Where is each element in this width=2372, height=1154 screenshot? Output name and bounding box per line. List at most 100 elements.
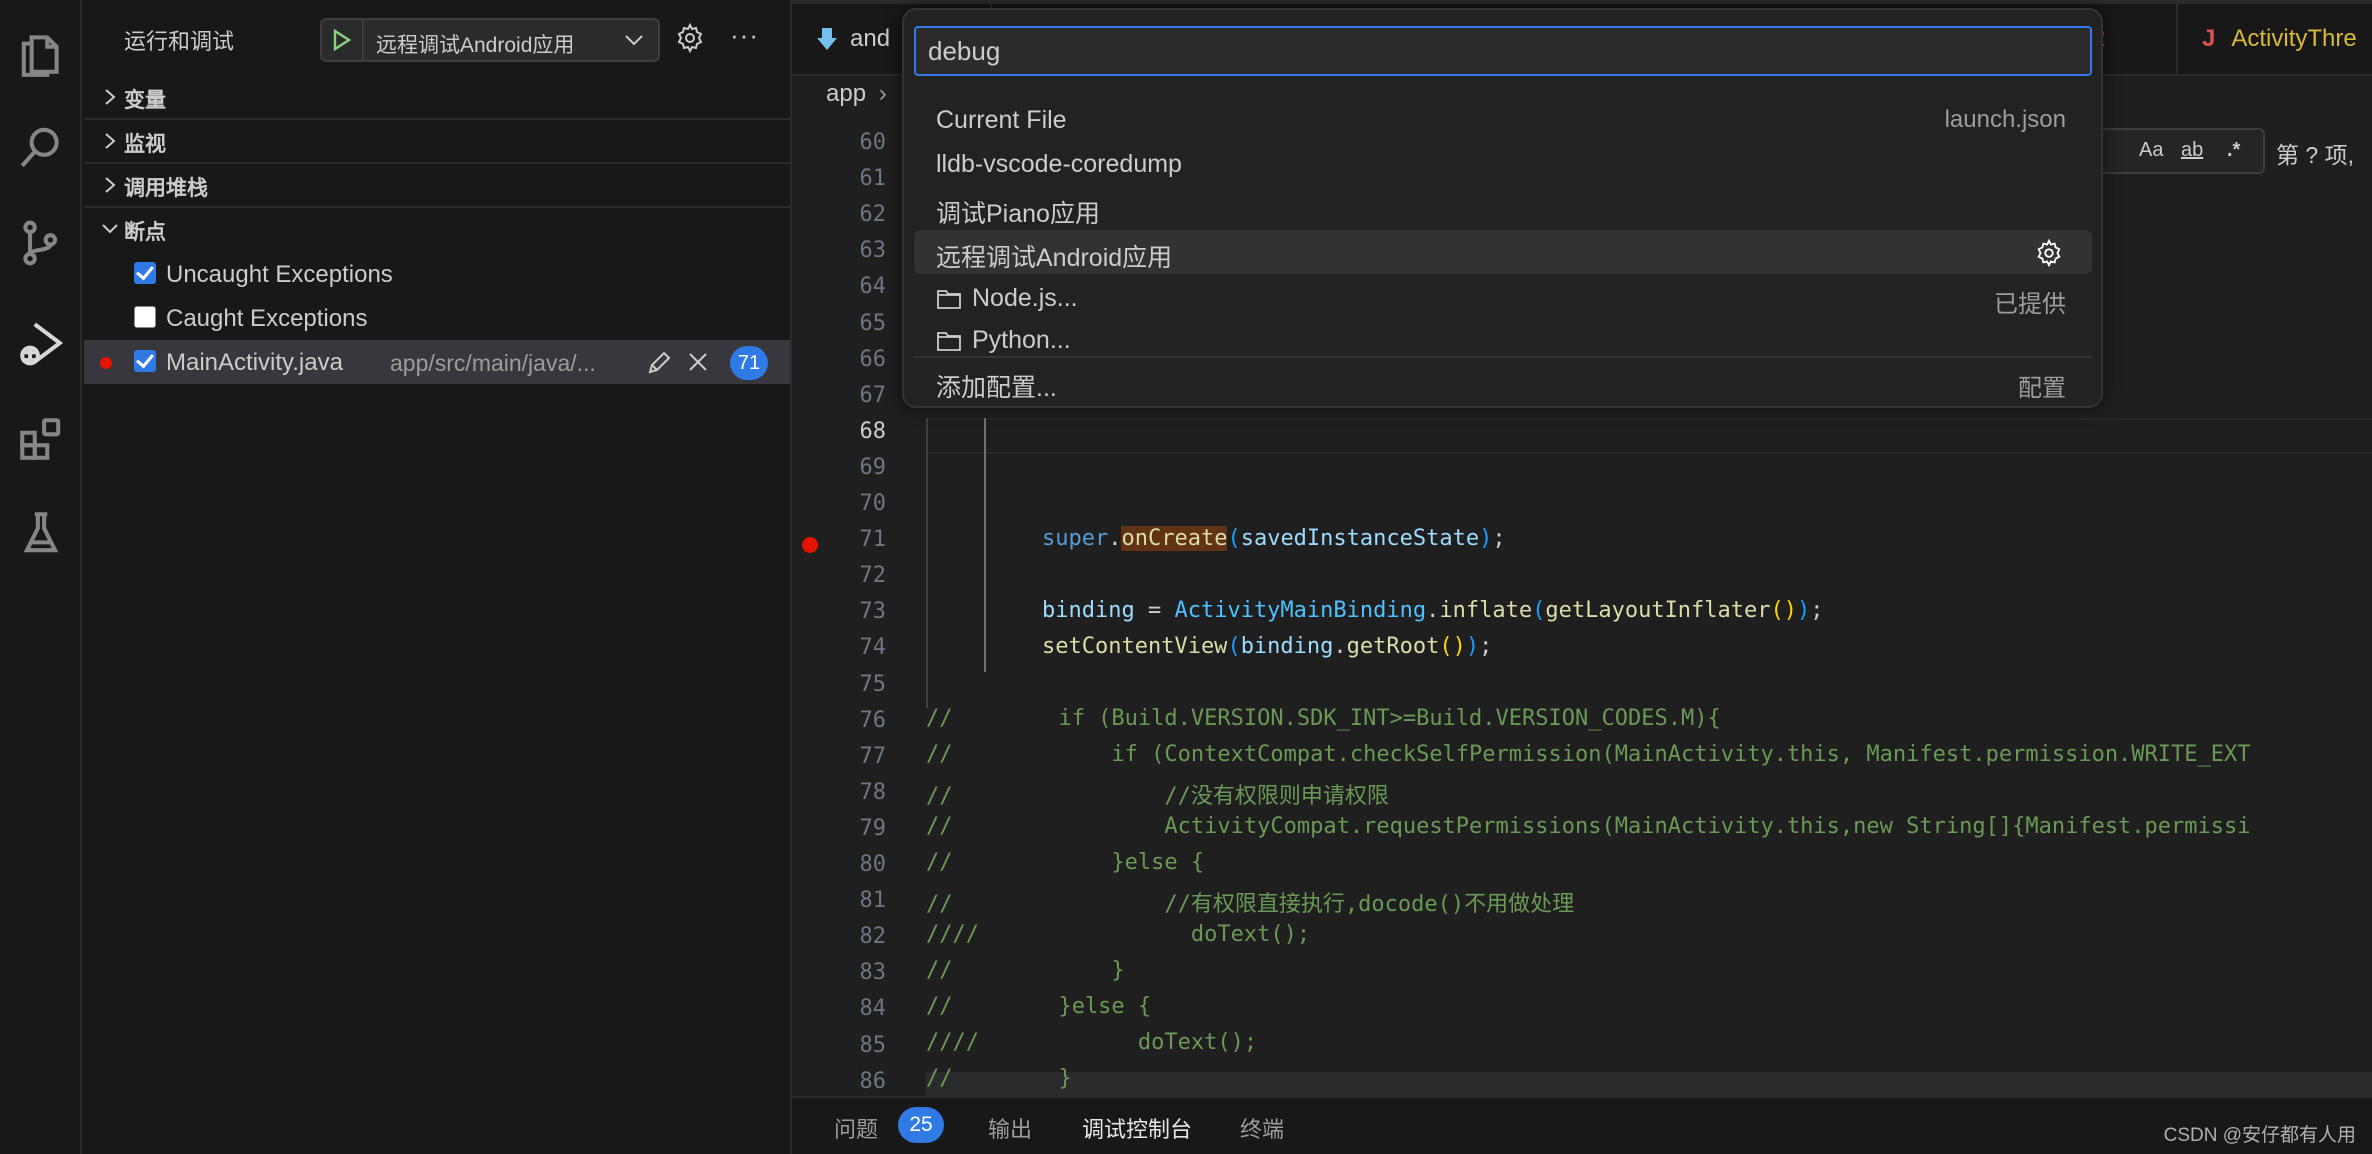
folder-icon: [937, 331, 961, 351]
quick-pick-input[interactable]: [914, 26, 2092, 76]
debug-config-quick-pick: Current File launch.json lldb-vscode-cor…: [902, 8, 2103, 408]
line-number: 64: [859, 274, 887, 300]
code-line-83: // }: [926, 958, 1125, 983]
panel-tab-terminal[interactable]: 终端: [1240, 1112, 1284, 1144]
breakpoint-label: Caught Exceptions: [166, 305, 368, 332]
breakpoint-glyph-icon[interactable]: [802, 537, 818, 553]
chevron-right-icon: [105, 133, 116, 149]
code-line-80: // }else {: [926, 850, 1205, 875]
code-token: (): [1770, 598, 1798, 623]
quick-pick-desc: launch.json: [1944, 106, 2066, 133]
code-token: ): [1465, 634, 1480, 659]
panel-tab-problems[interactable]: 问题: [834, 1112, 878, 1144]
code-token: setContentView: [1042, 634, 1228, 659]
remove-close-icon[interactable]: [686, 350, 710, 374]
code-token: ): [1479, 526, 1493, 551]
testing-button[interactable]: [12, 504, 70, 562]
line-number: 80: [859, 852, 887, 877]
line-number: 83: [859, 960, 887, 986]
line-number: 61: [859, 166, 887, 192]
line-number: 81: [859, 888, 887, 914]
play-icon: [333, 28, 352, 52]
quick-pick-item[interactable]: lldb-vscode-coredump: [914, 142, 2092, 186]
code-token: getLayoutInflater: [1545, 598, 1771, 623]
line-number: 86: [859, 1068, 887, 1094]
section-label: 监视: [124, 133, 166, 156]
gear-icon[interactable]: [674, 22, 706, 54]
edit-pencil-icon[interactable]: [644, 348, 674, 378]
quick-pick-item[interactable]: Current File launch.json: [914, 98, 2092, 142]
panel-tab-output[interactable]: 输出: [988, 1112, 1032, 1144]
folder-icon: [937, 289, 961, 309]
more-actions-icon[interactable]: ···: [730, 20, 759, 51]
line-number: 73: [859, 599, 887, 625]
breakpoint-checkbox[interactable]: [134, 306, 156, 328]
chevron-down-icon: [102, 224, 118, 234]
line-number: 75: [859, 671, 887, 697]
files-icon: [21, 35, 59, 77]
search-icon: [20, 127, 59, 168]
code-token: (: [1227, 634, 1241, 659]
breakpoint-checkbox[interactable]: [134, 350, 156, 372]
breakpoint-caught-exceptions[interactable]: Caught Exceptions: [84, 296, 790, 340]
section-label: 断点: [124, 221, 166, 244]
search-button[interactable]: [12, 118, 70, 176]
quick-pick-item[interactable]: Node.js... 已提供: [914, 276, 2092, 320]
line-number: 70: [859, 491, 887, 516]
start-debugging-button[interactable]: [322, 20, 364, 60]
breakpoint-uncaught-exceptions[interactable]: Uncaught Exceptions: [84, 252, 790, 296]
code-token: onCreate: [1121, 526, 1228, 551]
tab-label: and: [850, 25, 891, 52]
code-line-71: super.onCreate(savedInstanceState);: [1042, 526, 1506, 551]
indent-guide: [984, 418, 986, 672]
whole-word-toggle[interactable]: ab: [2181, 139, 2203, 162]
line-number: 60: [859, 130, 887, 155]
line-number: 74: [859, 635, 887, 661]
section-call-stack[interactable]: 调用堆栈: [84, 162, 790, 204]
breakpoint-checkbox[interactable]: [134, 262, 156, 284]
tab-activitythread[interactable]: J ActivityThre: [2176, 4, 2372, 74]
regex-toggle[interactable]: .*: [2227, 139, 2240, 162]
breakpoint-line-badge: 71: [730, 346, 768, 380]
source-control-icon: [23, 220, 58, 266]
source-control-button[interactable]: [12, 214, 70, 272]
android-download-icon: [817, 28, 837, 50]
quick-pick-item-selected[interactable]: 远程调试Android应用: [914, 230, 2092, 274]
code-line-73: binding = ActivityMainBinding.inflate(ge…: [1042, 598, 1824, 623]
section-watch[interactable]: 监视: [84, 118, 790, 160]
extensions-button[interactable]: [12, 410, 70, 468]
code-line-81: // //有权限直接执行,docode()不用做处理: [926, 892, 1575, 917]
breadcrumb-item[interactable]: app: [826, 80, 866, 107]
breakpoint-mainactivity[interactable]: MainActivity.java app/src/main/java/... …: [84, 340, 790, 384]
chevron-right-icon: [105, 89, 116, 105]
scroll-line-highlight: [926, 1072, 2372, 1096]
section-variables[interactable]: 变量: [84, 76, 790, 118]
chevron-down-icon[interactable]: [622, 28, 646, 52]
quick-pick-label: 添加配置...: [936, 374, 1057, 402]
activity-bar: [0, 0, 82, 1154]
code-line-78: // //没有权限则申请权限: [926, 784, 1389, 809]
line-number: 71: [859, 527, 887, 553]
run-debug-button[interactable]: [12, 314, 70, 372]
quick-pick-label: lldb-vscode-coredump: [936, 150, 1182, 178]
launch-config-selector[interactable]: 远程调试Android应用: [320, 18, 660, 62]
testing-icon: [23, 512, 59, 553]
code-token: (: [1532, 598, 1546, 623]
code-token: .: [1108, 526, 1122, 551]
quick-pick-item[interactable]: 调试Piano应用: [914, 186, 2092, 230]
code-token: ;: [1492, 526, 1506, 551]
line-number: 79: [859, 815, 887, 841]
line-number: 66: [859, 346, 887, 372]
panel-tab-debug-console[interactable]: 调试控制台: [1082, 1112, 1192, 1144]
line-number: 65: [859, 310, 887, 336]
line-number: 84: [859, 996, 887, 1022]
match-case-toggle[interactable]: Aa: [2139, 139, 2163, 162]
run-debug-icon: [20, 322, 64, 366]
gear-icon[interactable]: [2034, 238, 2064, 268]
explorer-button[interactable]: [12, 24, 70, 82]
section-breakpoints[interactable]: 断点: [84, 206, 790, 248]
quick-pick-item[interactable]: 添加配置... 配置: [914, 360, 2092, 404]
code-token: binding: [1240, 634, 1334, 659]
line-number: 76: [859, 707, 887, 733]
code-line-76: // if (Build.VERSION.SDK_INT>=Build.VERS…: [926, 706, 1721, 731]
